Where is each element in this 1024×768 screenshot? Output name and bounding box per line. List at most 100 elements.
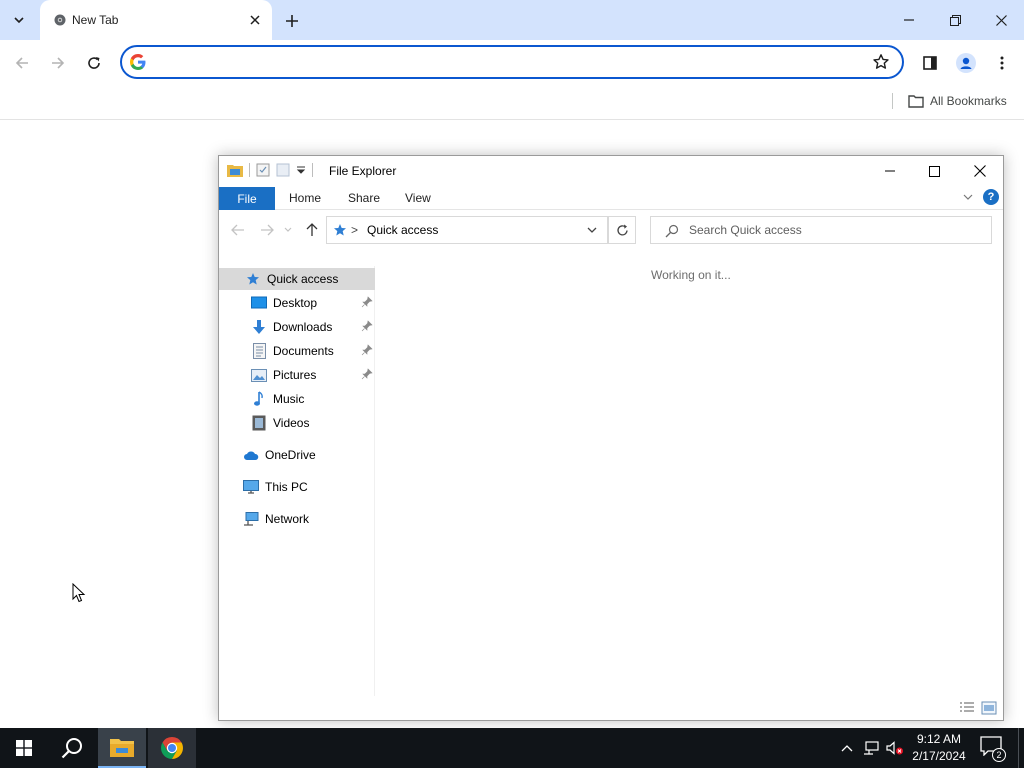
explorer-ribbon: File Home Share View ? [219, 186, 1003, 210]
tab-close-button[interactable] [246, 11, 264, 29]
side-panel-button[interactable] [916, 49, 944, 77]
nav-label-pictures: Pictures [273, 368, 317, 382]
explorer-close-button[interactable] [957, 156, 1003, 186]
reload-button[interactable] [80, 49, 108, 77]
chrome-menu-button[interactable] [988, 49, 1016, 77]
tab-view[interactable]: View [405, 191, 431, 205]
nav-item-downloads[interactable]: Downloads [219, 316, 375, 338]
explorer-refresh-button[interactable] [608, 216, 636, 244]
pin-icon [361, 368, 373, 380]
details-view-icon[interactable] [959, 701, 975, 715]
nav-item-onedrive[interactable]: OneDrive [219, 444, 375, 466]
google-g-icon [130, 54, 146, 70]
file-explorer-window: File Explorer File Home Share View ? > Q… [218, 155, 1004, 721]
large-icons-view-icon[interactable] [981, 701, 997, 715]
side-panel-icon [923, 56, 937, 70]
arrow-left-icon [231, 224, 244, 236]
tab-file[interactable]: File [219, 187, 275, 210]
explorer-forward-button[interactable] [258, 221, 276, 239]
nav-item-pictures[interactable]: Pictures [219, 364, 375, 386]
downloads-icon [251, 319, 267, 335]
search-icon [61, 738, 82, 759]
all-bookmarks-button[interactable]: All Bookmarks [908, 91, 1007, 111]
nav-item-network[interactable]: Network [219, 508, 375, 530]
clock-time: 9:12 AM [916, 732, 962, 746]
breadcrumb-quick-access[interactable]: Quick access [367, 223, 438, 237]
customize-qat-icon[interactable] [296, 165, 306, 175]
volume-muted-icon [886, 741, 903, 755]
network-tray-button[interactable] [862, 739, 880, 757]
omnibox-input[interactable] [154, 52, 854, 72]
network-wired-icon [864, 741, 879, 755]
taskbar-search-button[interactable] [48, 728, 96, 768]
expand-ribbon-icon[interactable] [961, 190, 975, 204]
plus-icon [286, 15, 298, 27]
taskbar-file-explorer[interactable] [98, 728, 146, 768]
all-bookmarks-label: All Bookmarks [930, 94, 1007, 108]
bookmark-star-icon[interactable] [872, 53, 890, 71]
new-folder-icon[interactable] [276, 163, 290, 177]
nav-item-quick-access[interactable]: Quick access [219, 268, 375, 290]
tab-search-button[interactable] [6, 7, 32, 33]
browser-minimize-button[interactable] [886, 0, 932, 40]
volume-tray-button[interactable] [886, 739, 904, 757]
back-button[interactable] [8, 49, 36, 77]
file-explorer-icon [227, 165, 243, 177]
nav-item-this-pc[interactable]: This PC [219, 476, 375, 498]
nav-item-videos[interactable]: Videos [219, 412, 375, 434]
arrow-right-icon [52, 57, 65, 69]
up-button[interactable] [303, 221, 321, 239]
nav-label-downloads: Downloads [273, 320, 333, 334]
nav-item-documents[interactable]: Documents [219, 340, 375, 362]
tab-home[interactable]: Home [289, 191, 321, 205]
bookmarks-bar: All Bookmarks [0, 86, 1024, 120]
taskbar-clock[interactable]: 9:12 AM 2/17/2024 [906, 731, 972, 765]
start-button[interactable] [0, 728, 48, 768]
tab-share[interactable]: Share [348, 191, 380, 205]
explorer-minimize-button[interactable] [867, 156, 913, 186]
new-tab-button[interactable] [280, 9, 304, 33]
forward-button[interactable] [44, 49, 72, 77]
pin-icon [361, 344, 373, 356]
arrow-right-icon [261, 224, 274, 236]
chevron-down-icon[interactable] [585, 223, 599, 237]
browser-toolbar [0, 40, 1024, 86]
tab-title: New Tab [72, 13, 119, 27]
chrome-icon [161, 737, 183, 759]
mouse-cursor-icon [72, 583, 86, 603]
windows-logo-icon [16, 740, 32, 756]
explorer-address-bar[interactable]: > Quick access [326, 216, 608, 244]
nav-label-music: Music [273, 392, 305, 406]
tab-new-tab[interactable]: New Tab [40, 0, 272, 40]
explorer-maximize-button[interactable] [911, 156, 957, 186]
properties-icon[interactable] [256, 163, 270, 177]
browser-close-button[interactable] [978, 0, 1024, 40]
address-row: > Quick access [219, 214, 1003, 246]
taskbar-chrome[interactable] [148, 728, 196, 768]
browser-restore-button[interactable] [932, 0, 978, 40]
arrow-left-icon [15, 57, 28, 69]
file-list-pane[interactable]: Working on it... [377, 266, 1001, 696]
address-bar[interactable] [120, 45, 904, 79]
network-icon [243, 511, 259, 527]
loading-status-text: Working on it... [651, 268, 731, 282]
close-icon [995, 14, 1007, 26]
recent-locations-button[interactable] [283, 221, 293, 239]
nav-item-desktop[interactable]: Desktop [219, 292, 375, 314]
show-hidden-icons-button[interactable] [838, 739, 856, 757]
nav-item-music[interactable]: Music [219, 388, 375, 410]
chrome-favicon-icon [54, 14, 66, 26]
pictures-icon [251, 367, 267, 383]
nav-label-quick-access: Quick access [267, 272, 339, 286]
action-center-button[interactable]: 2 [980, 736, 1006, 762]
explorer-search-box[interactable] [650, 216, 992, 244]
profile-button[interactable] [952, 49, 980, 77]
show-desktop-button[interactable] [1018, 728, 1024, 768]
notification-count-badge: 2 [992, 748, 1006, 762]
help-button[interactable]: ? [983, 189, 999, 205]
videos-icon [251, 415, 267, 431]
explorer-back-button[interactable] [229, 221, 247, 239]
pin-icon [361, 296, 373, 308]
search-quick-access-input[interactable] [689, 222, 979, 238]
navigation-pane: Quick access Desktop Downloads Documents… [219, 266, 375, 696]
